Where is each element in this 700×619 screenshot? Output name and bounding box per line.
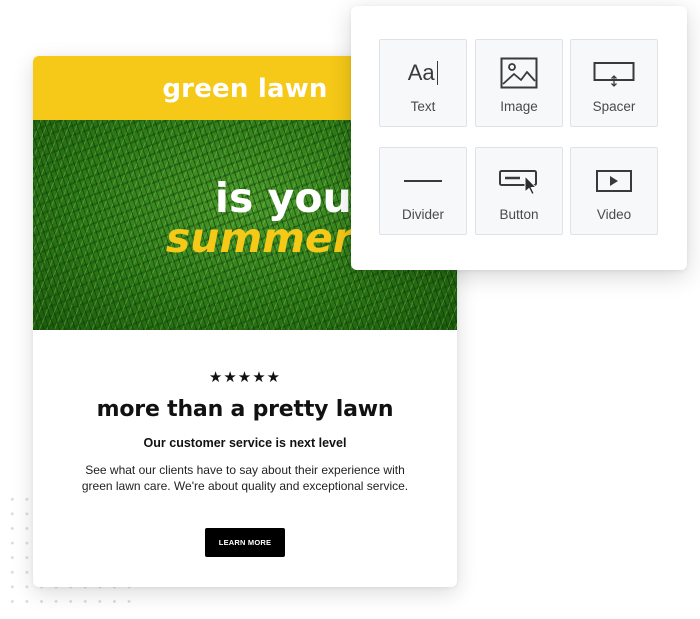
video-icon bbox=[571, 164, 657, 198]
tile-label-text: Text bbox=[410, 99, 436, 114]
learn-more-button[interactable]: LEARN MORE bbox=[204, 528, 286, 557]
email-body-text: See what our clients have to say about t… bbox=[81, 463, 409, 493]
content-blocks-panel: Aa Text Image Spacer Divider Button Vide… bbox=[351, 6, 687, 270]
email-content: ★★★★★ more than a pretty lawn Our custom… bbox=[33, 330, 457, 557]
text-icon-glyph: Aa bbox=[407, 60, 435, 85]
image-block-tile[interactable]: Image bbox=[475, 39, 563, 127]
email-subhead: Our customer service is next level bbox=[143, 436, 347, 450]
star-rating: ★★★★★ bbox=[208, 369, 282, 386]
spacer-icon bbox=[571, 56, 657, 90]
divider-block-tile[interactable]: Divider bbox=[379, 147, 467, 235]
button-icon bbox=[476, 164, 562, 198]
image-icon bbox=[476, 56, 562, 90]
tile-label-divider: Divider bbox=[401, 207, 444, 222]
hero-accent-word: summer bbox=[165, 214, 353, 262]
tile-label-image: Image bbox=[500, 99, 538, 114]
tile-label-spacer: Spacer bbox=[592, 99, 636, 114]
tile-label-video: Video bbox=[596, 207, 632, 222]
divider-icon bbox=[380, 164, 466, 198]
button-block-tile[interactable]: Button bbox=[475, 147, 563, 235]
email-headline: more than a pretty lawn bbox=[96, 397, 394, 422]
brand-name: green lawn bbox=[162, 74, 328, 104]
text-icon: Aa bbox=[380, 56, 466, 90]
tile-label-button: Button bbox=[499, 207, 539, 222]
text-block-tile[interactable]: Aa Text bbox=[379, 39, 467, 127]
spacer-block-tile[interactable]: Spacer bbox=[570, 39, 658, 127]
video-block-tile[interactable]: Video bbox=[570, 147, 658, 235]
